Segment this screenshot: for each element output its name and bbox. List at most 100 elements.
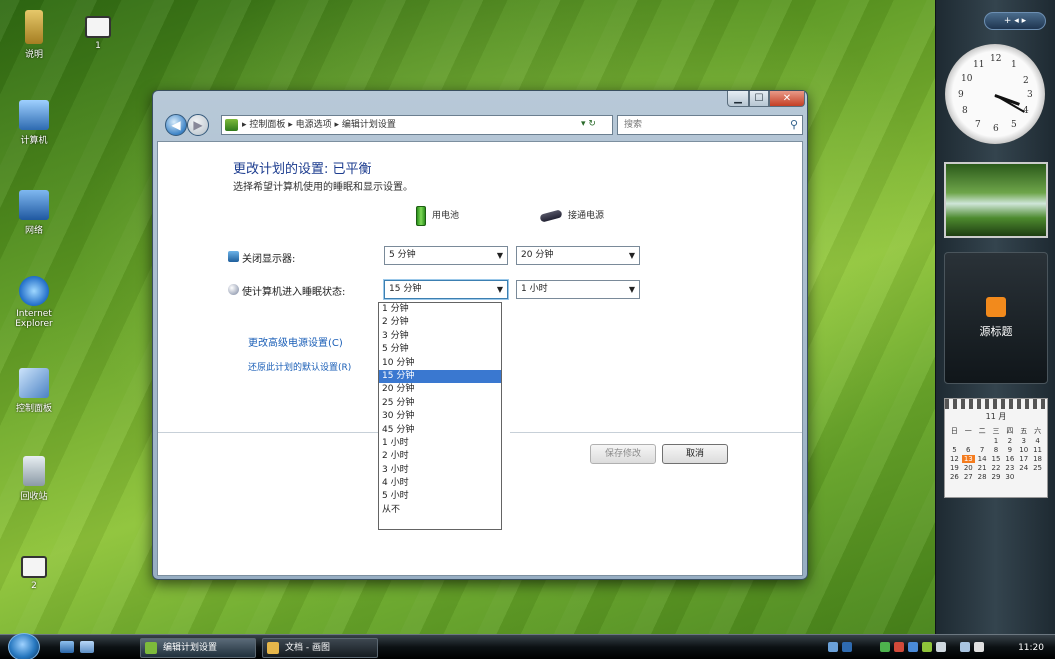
sleep-plugged-select[interactable]: 1 小时 ▼: [516, 280, 640, 299]
speaker-tray-icon[interactable]: [974, 642, 984, 652]
feed-headlines-gadget[interactable]: 源标题: [944, 252, 1048, 384]
calendar-day[interactable]: 23: [1003, 464, 1016, 472]
advanced-settings-link[interactable]: 更改高级电源设置(C): [248, 334, 343, 349]
calendar-day[interactable]: [948, 437, 961, 445]
volume-tray-icon[interactable]: [960, 642, 970, 652]
save-changes-button[interactable]: 保存修改: [590, 444, 656, 464]
calendar-day[interactable]: 16: [1003, 455, 1016, 463]
calendar-day[interactable]: 18: [1031, 455, 1044, 463]
calendar-day[interactable]: 26: [948, 473, 961, 481]
calendar-day[interactable]: 11: [1031, 446, 1044, 454]
dropdown-option[interactable]: 3 分钟: [379, 330, 501, 343]
close-button[interactable]: ✕: [769, 91, 805, 107]
dropdown-option[interactable]: 5 分钟: [379, 343, 501, 356]
display-plugged-select[interactable]: 20 分钟 ▼: [516, 246, 640, 265]
calendar-month: 11 月: [985, 412, 1007, 421]
slideshow-gadget[interactable]: [944, 162, 1048, 238]
dropdown-option[interactable]: 15 分钟: [379, 369, 501, 384]
internet-explorer-icon: [19, 276, 49, 306]
desktop-icon-folder[interactable]: 说明: [4, 10, 64, 60]
calendar-day[interactable]: 13: [961, 455, 975, 463]
maximize-button[interactable]: ☐: [749, 91, 769, 107]
calendar-day[interactable]: 24: [1017, 464, 1030, 472]
calendar-day[interactable]: 20: [962, 464, 975, 472]
taskbar-item-power-options[interactable]: 编辑计划设置: [140, 638, 256, 658]
desktop-icon-recycle-bin[interactable]: 回收站: [4, 456, 64, 502]
dropdown-option[interactable]: 1 小时: [379, 437, 501, 450]
dropdown-option[interactable]: 45 分钟: [379, 424, 501, 437]
start-button[interactable]: [8, 633, 40, 659]
display-battery-select[interactable]: 5 分钟 ▼: [384, 246, 508, 265]
calendar-day[interactable]: 22: [990, 464, 1003, 472]
desktop-icon-computer[interactable]: 计算机: [4, 100, 64, 146]
dropdown-option[interactable]: 从不: [379, 504, 501, 517]
calendar-day[interactable]: 30: [1003, 473, 1016, 481]
show-desktop-icon[interactable]: [60, 641, 74, 653]
dropdown-option[interactable]: 30 分钟: [379, 410, 501, 423]
dropdown-option[interactable]: 2 小时: [379, 450, 501, 463]
calendar-day[interactable]: 15: [990, 455, 1003, 463]
dropdown-option[interactable]: 5 小时: [379, 490, 501, 503]
desktop-icon-file-1[interactable]: 1: [68, 16, 128, 51]
title-bar[interactable]: ▁ ☐ ✕: [153, 91, 807, 109]
dropdown-option[interactable]: 25 分钟: [379, 397, 501, 410]
switch-windows-icon[interactable]: [80, 641, 94, 653]
calendar-day[interactable]: 19: [948, 464, 961, 472]
clock-numeral: 12: [990, 54, 1002, 64]
battery-tray-icon[interactable]: [880, 642, 890, 652]
dropdown-option[interactable]: 3 小时: [379, 464, 501, 477]
calendar-day[interactable]: 21: [976, 464, 989, 472]
desktop-icon-file-2[interactable]: 2: [4, 556, 64, 591]
calendar-gadget[interactable]: 11 月 日一二三四五六 1 2 3 4 5 6 7 8 9 10 11 12 13 14 15 16 17 18 1…: [944, 398, 1048, 498]
battery-icon: [416, 206, 426, 226]
calendar-day[interactable]: 14: [976, 455, 989, 463]
sleep-timeout-listbox[interactable]: 1 分钟 2 分钟 3 分钟 5 分钟 10 分钟 15 分钟 20 分钟 25 分钟 30 分…: [378, 302, 502, 530]
desktop-icon-ie[interactable]: Internet Explorer: [4, 276, 64, 329]
calendar-day[interactable]: [976, 437, 989, 445]
calendar-day[interactable]: 28: [976, 473, 989, 481]
update-tray-icon[interactable]: [908, 642, 918, 652]
clock-numeral: 11: [973, 60, 985, 70]
minimize-button[interactable]: ▁: [727, 91, 749, 107]
search-input[interactable]: 搜索 ⚲: [617, 115, 803, 135]
refresh-button[interactable]: ▾ ↻: [581, 115, 611, 135]
calendar-day[interactable]: [962, 437, 975, 445]
clock-gadget[interactable]: 12 1 2 3 4 5 6 7 8 9 10 11: [945, 44, 1045, 144]
calendar-day[interactable]: 10: [1017, 446, 1030, 454]
calendar-day[interactable]: 17: [1017, 455, 1030, 463]
calendar-day[interactable]: 6: [962, 446, 975, 454]
security-tray-icon[interactable]: [894, 642, 904, 652]
network-tray-icon[interactable]: [828, 642, 838, 652]
dropdown-option[interactable]: 4 小时: [379, 477, 501, 490]
calendar-day[interactable]: 1: [990, 437, 1003, 445]
dropdown-option[interactable]: 10 分钟: [379, 357, 501, 370]
calendar-day[interactable]: 25: [1031, 464, 1044, 472]
forward-button[interactable]: ▶: [187, 114, 209, 136]
restore-defaults-link[interactable]: 还原此计划的默认设置(R): [248, 360, 351, 373]
taskbar-clock[interactable]: 11:20: [1018, 638, 1044, 658]
calendar-day[interactable]: 4: [1031, 437, 1044, 445]
back-button[interactable]: ◀: [165, 114, 187, 136]
calendar-day[interactable]: 5: [948, 446, 961, 454]
cancel-button[interactable]: 取消: [662, 444, 728, 464]
desktop-icon-control-panel[interactable]: 控制面板: [4, 368, 64, 414]
calendar-day[interactable]: 7: [976, 446, 989, 454]
sleep-battery-select[interactable]: 15 分钟 ▼: [384, 280, 508, 299]
calendar-day[interactable]: 27: [962, 473, 975, 481]
display-tray-icon[interactable]: [936, 642, 946, 652]
taskbar-item-paint[interactable]: 文档 - 画图: [262, 638, 378, 658]
desktop-icon-network[interactable]: 网络: [4, 190, 64, 236]
calendar-day[interactable]: 8: [990, 446, 1003, 454]
dropdown-option[interactable]: 2 分钟: [379, 316, 501, 329]
calendar-day[interactable]: 3: [1017, 437, 1030, 445]
calendar-day[interactable]: 9: [1003, 446, 1016, 454]
dropdown-option[interactable]: 20 分钟: [379, 383, 501, 396]
calendar-day[interactable]: 29: [990, 473, 1003, 481]
calendar-day[interactable]: 12: [948, 455, 961, 463]
language-tray-icon[interactable]: [842, 642, 852, 652]
power-tray-icon[interactable]: [922, 642, 932, 652]
address-bar[interactable]: ▸ 控制面板 ▸ 电源选项 ▸ 编辑计划设置: [221, 115, 613, 135]
sidebar-toolbar[interactable]: + ◂ ▸: [984, 12, 1046, 30]
dropdown-option[interactable]: 1 分钟: [379, 303, 501, 316]
calendar-day[interactable]: 2: [1003, 437, 1016, 445]
